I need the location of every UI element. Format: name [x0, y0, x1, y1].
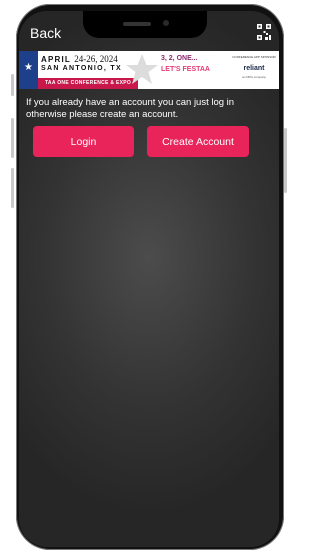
banner-city: SAN ANTONIO, TX — [41, 65, 122, 72]
sponsor-subtitle: an NRG company — [242, 75, 266, 79]
login-button[interactable]: Login — [33, 126, 134, 157]
intro-text: If you already have an account you can j… — [26, 97, 235, 120]
banner-tagline: LET'S FESTAA — [161, 66, 210, 73]
sponsor-heading: CONFERENCE APP SPONSOR — [232, 55, 276, 59]
volume-down-button — [11, 168, 14, 208]
volume-up-button — [11, 118, 14, 158]
back-button[interactable]: Back — [30, 25, 61, 41]
create-account-button[interactable]: Create Account — [147, 126, 249, 157]
speaker-grille — [123, 22, 151, 26]
device-notch — [83, 11, 207, 38]
sponsor-logo: reliant — [243, 65, 265, 72]
qr-code-icon[interactable] — [257, 24, 271, 40]
silent-switch — [11, 74, 14, 96]
texas-flag-graphic: ★ — [19, 51, 38, 89]
star-graphic — [126, 54, 158, 84]
power-button — [284, 128, 287, 193]
conference-banner[interactable]: ★ APRIL 24-26, 2024 SAN ANTONIO, TX TAA … — [19, 51, 279, 89]
banner-countdown: 3, 2, ONE... — [161, 55, 198, 62]
app-screen: Back ★ APRIL 24-26, 2024 SAN ANTONIO, TX… — [19, 11, 279, 547]
banner-dates: APRIL 24-26, 2024 — [41, 54, 118, 64]
front-camera — [163, 20, 169, 26]
